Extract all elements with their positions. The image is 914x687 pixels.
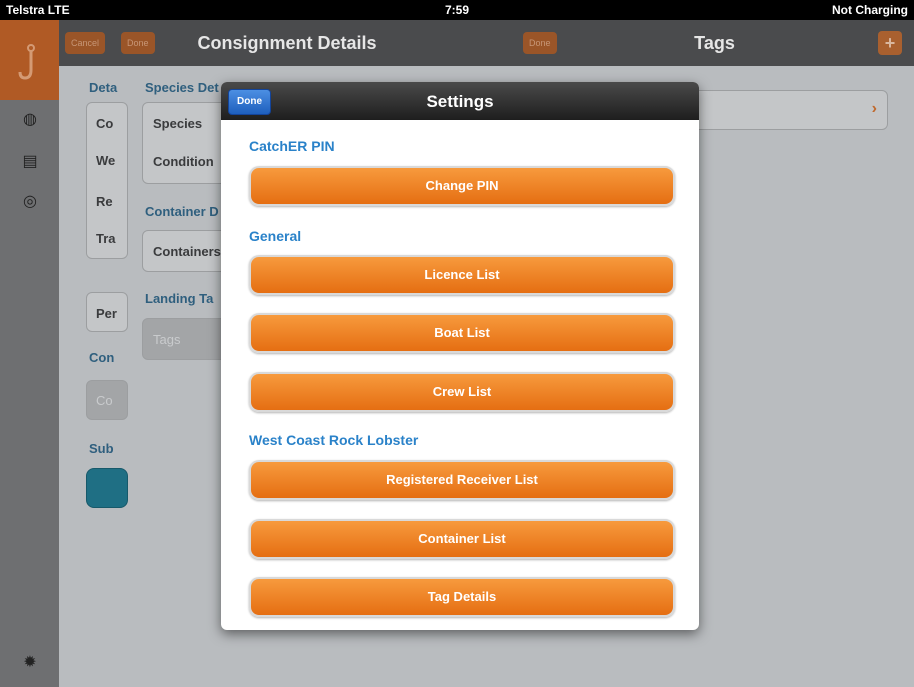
species-details-label: Species Det xyxy=(145,80,219,95)
section-title-general: General xyxy=(249,228,302,244)
person-label: Per xyxy=(96,306,117,321)
chevron-right-icon: › xyxy=(871,100,877,117)
details-row-1[interactable]: Co xyxy=(96,116,113,131)
lifebuoy-icon[interactable]: ◎ xyxy=(20,192,40,212)
sidebar: ◍ ▤ ◎ ✹ xyxy=(0,20,59,687)
section-title-wcrl: West Coast Rock Lobster xyxy=(249,432,419,448)
tags-toolbar: Done Tags + xyxy=(515,20,914,66)
section-title-pin: CatchER PIN xyxy=(249,138,335,154)
tags-value: Tags xyxy=(153,332,181,347)
details-row-3[interactable]: Re xyxy=(96,194,113,209)
hook-icon xyxy=(18,44,35,80)
details-row-2[interactable]: We xyxy=(96,153,115,168)
app-logo[interactable] xyxy=(0,20,59,100)
details-row-4[interactable]: Tra xyxy=(96,231,116,246)
modal-title: Settings xyxy=(426,92,494,111)
settings-modal: Done Settings CatchER PIN Change PIN Gen… xyxy=(221,82,699,630)
modal-header: Done Settings xyxy=(221,82,699,120)
add-button[interactable]: + xyxy=(878,31,902,55)
registered-receiver-list-button[interactable]: Registered Receiver List xyxy=(249,460,675,500)
consignment-label: Con xyxy=(89,350,115,365)
submit-button[interactable] xyxy=(86,468,128,508)
landing-tags-label: Landing Ta xyxy=(145,291,214,306)
tag-details-button[interactable]: Tag Details xyxy=(249,577,675,617)
gear-icon[interactable]: ✹ xyxy=(20,653,40,673)
licence-list-button[interactable]: Licence List xyxy=(249,255,675,295)
details-label: Deta xyxy=(89,80,118,95)
boat-list-button[interactable]: Boat List xyxy=(249,313,675,353)
submit-label: Sub xyxy=(89,441,114,456)
consignment-title: Consignment Details xyxy=(197,33,377,53)
containers-row: Containers xyxy=(153,244,221,259)
crew-list-button[interactable]: Crew List xyxy=(249,372,675,412)
condition-row[interactable]: Condition xyxy=(153,154,214,169)
tags-row[interactable]: › xyxy=(690,90,888,130)
tags-title: Tags xyxy=(694,33,735,53)
change-pin-button[interactable]: Change PIN xyxy=(249,166,675,206)
clock: 7:59 xyxy=(444,3,470,17)
species-row[interactable]: Species xyxy=(153,116,202,131)
consignment-toolbar: Cancel Done Consignment Details xyxy=(59,20,515,66)
container-list-button[interactable]: Container List xyxy=(249,519,675,559)
document-icon[interactable]: ▤ xyxy=(20,152,40,172)
status-bar: Telstra LTE 7:59 Not Charging xyxy=(0,0,914,20)
globe-icon[interactable]: ◍ xyxy=(20,110,40,130)
battery-status: Not Charging xyxy=(832,3,908,17)
consignment-value: Co xyxy=(96,393,113,408)
container-details-label: Container D xyxy=(145,204,219,219)
